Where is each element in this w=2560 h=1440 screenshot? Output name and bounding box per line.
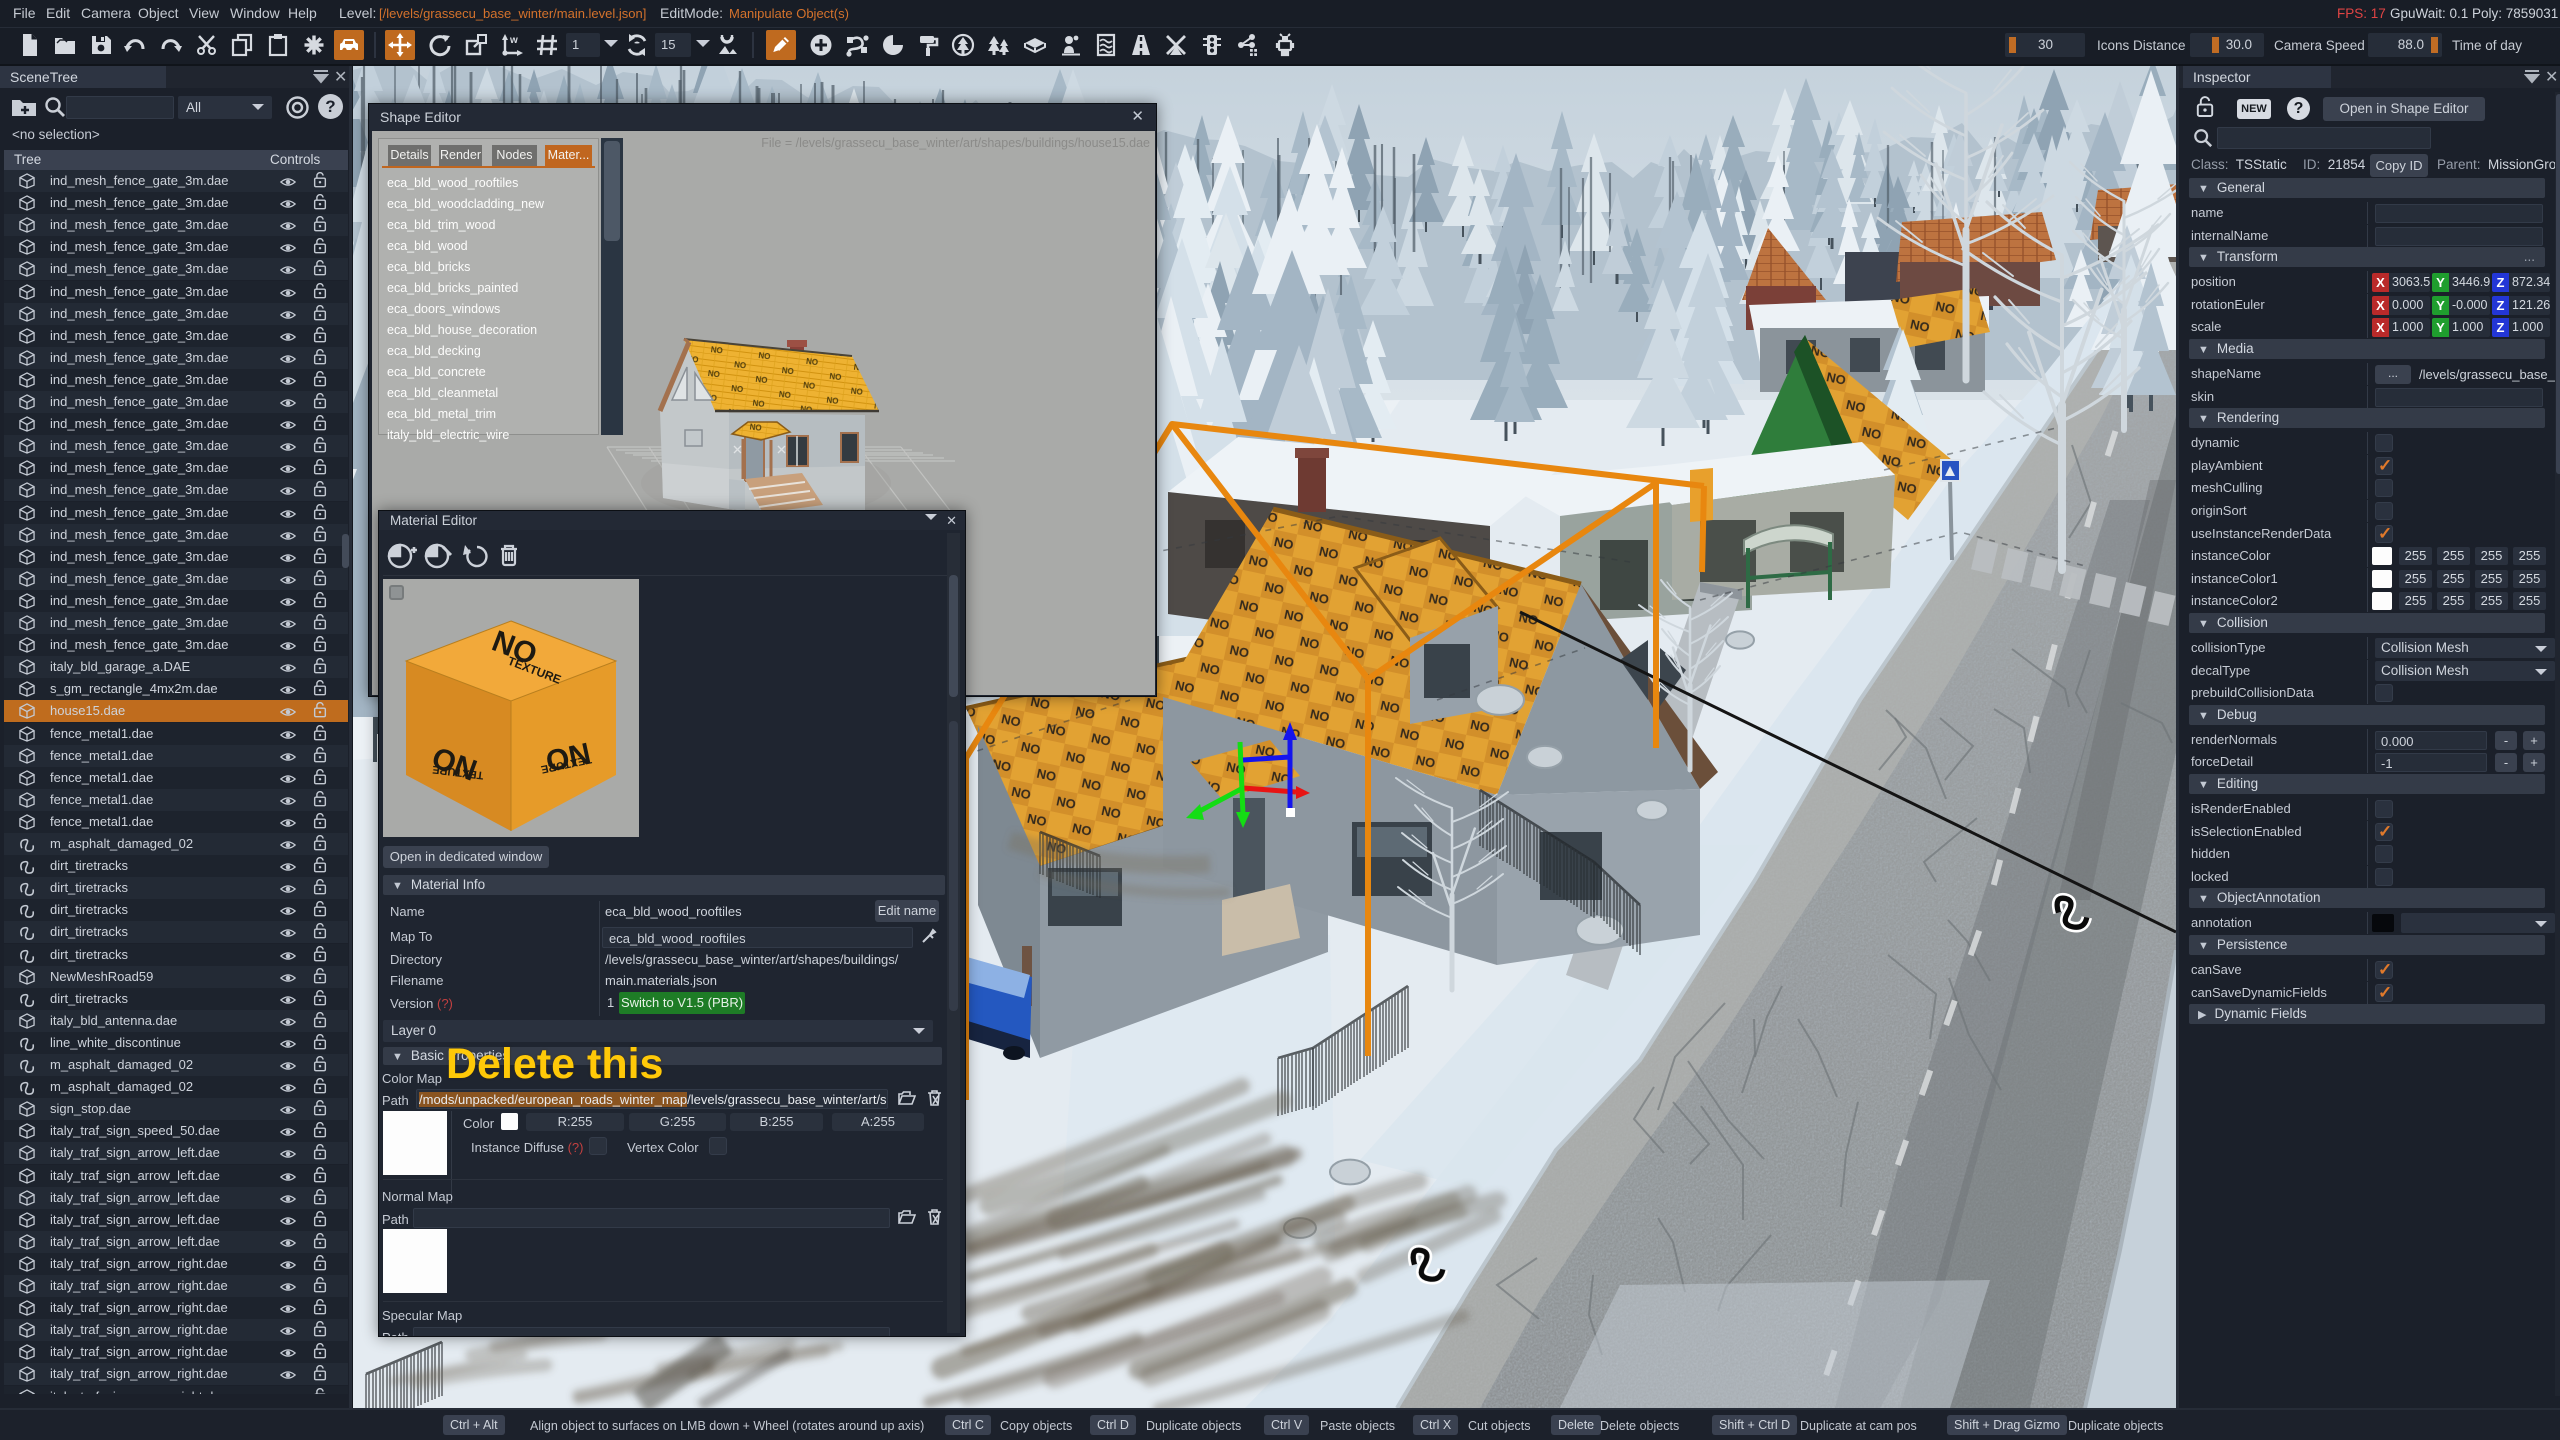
svg-text:w: w: [509, 35, 518, 46]
